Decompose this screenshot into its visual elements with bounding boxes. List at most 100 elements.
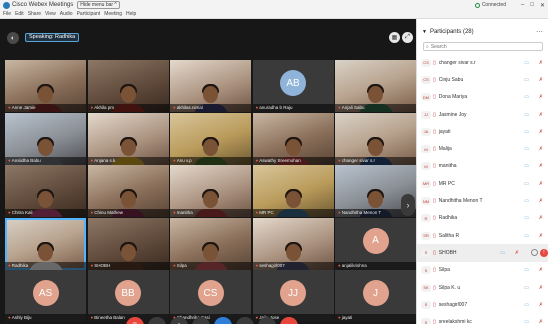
- share-icon[interactable]: ⇧: [170, 317, 188, 324]
- video-icon[interactable]: ▶: [148, 317, 166, 324]
- mic-muted-icon[interactable]: ✗: [539, 129, 543, 135]
- video-tile[interactable]: ●Radhika: [5, 217, 86, 270]
- hide-menu-bar-button[interactable]: Hide menu bar ^: [77, 1, 120, 9]
- end-call-icon[interactable]: ✕: [280, 317, 298, 324]
- video-tile[interactable]: ●Silpa: [170, 217, 251, 270]
- participant-row[interactable]: M ▯ Malija ▭ ✗: [417, 140, 548, 157]
- menu-view[interactable]: View: [45, 11, 56, 17]
- mic-muted-icon[interactable]: ✗: [539, 163, 543, 169]
- mic-muted-icon[interactable]: ✗: [539, 60, 543, 66]
- participant-row[interactable]: MR ▯ MR PC ▭ ✗: [417, 175, 548, 192]
- mic-muted-icon[interactable]: ✗: [539, 77, 543, 83]
- video-tile[interactable]: ●seshagirl007: [252, 217, 334, 270]
- video-tile[interactable]: AS ●Ashly Biju: [5, 270, 86, 322]
- participant-row[interactable]: S ▯ sreelakshmi kc ▭ ✗: [417, 313, 548, 324]
- more-icon[interactable]: ⋯: [258, 317, 276, 324]
- layout-toggle-icon[interactable]: ◐: [7, 32, 19, 44]
- video-tile[interactable]: ●manitha: [170, 165, 251, 217]
- mic-muted-icon[interactable]: ✗: [539, 285, 543, 291]
- video-icon[interactable]: ▭: [524, 302, 529, 308]
- participant-search[interactable]: ⌕: [423, 42, 543, 51]
- mic-muted-icon[interactable]: ✗: [539, 215, 543, 221]
- video-tile[interactable]: ●changer sivar s.r: [335, 112, 416, 165]
- menu-meeting[interactable]: Meeting: [104, 11, 122, 17]
- participant-row[interactable]: S ▯ seshagirl007 ▭ ✗: [417, 296, 548, 313]
- next-page-chevron-icon[interactable]: ›: [401, 194, 415, 216]
- video-tile[interactable]: ●Anjali Sabu: [335, 60, 416, 112]
- video-icon[interactable]: ▭: [500, 250, 505, 256]
- participants-icon[interactable]: ☺: [214, 317, 232, 324]
- video-icon[interactable]: ▭: [524, 233, 529, 239]
- mic-muted-icon[interactable]: ✗: [539, 181, 543, 187]
- menu-share[interactable]: Share: [28, 11, 41, 17]
- participant-row[interactable]: M ▯ manitha ▭ ✗: [417, 158, 548, 175]
- mic-muted-icon[interactable]: ✗: [539, 319, 543, 324]
- mic-muted-icon[interactable]: ✗: [515, 250, 519, 256]
- search-input[interactable]: [430, 43, 531, 50]
- video-tile[interactable]: A ●anjalikrishna: [335, 217, 416, 270]
- video-tile[interactable]: ●Ansiidha Babu: [5, 112, 86, 165]
- video-icon[interactable]: ▭: [524, 181, 529, 187]
- video-icon[interactable]: ▭: [524, 77, 529, 83]
- video-tile[interactable]: ●Anne Jamie: [5, 60, 86, 112]
- participant-row[interactable]: DM ▯ Dona Mariya ▭ ✗: [417, 89, 548, 106]
- video-icon[interactable]: ▭: [524, 129, 529, 135]
- collapse-chevron-icon[interactable]: ▼: [422, 29, 427, 35]
- mic-muted-icon[interactable]: ✗: [539, 94, 543, 100]
- menu-audio[interactable]: Audio: [60, 11, 73, 17]
- participant-row[interactable]: R ▯ Radhika ▭ ✗: [417, 210, 548, 227]
- video-tile[interactable]: ●SHOBH: [87, 217, 169, 270]
- mic-muted-icon[interactable]: ✗: [539, 233, 543, 239]
- video-icon[interactable]: ▭: [524, 267, 529, 273]
- close-button[interactable]: ✕: [540, 2, 545, 9]
- panel-more-icon[interactable]: ⋯: [536, 28, 543, 36]
- participant-row[interactable]: S ▯ SHOBH ▭ ✗!: [417, 244, 548, 262]
- mic-muted-icon[interactable]: ✗: [539, 267, 543, 273]
- chat-icon[interactable]: ✉: [236, 317, 254, 324]
- mic-muted-icon[interactable]: ✗: [539, 198, 543, 204]
- video-icon[interactable]: ▭: [524, 60, 529, 66]
- participant-row[interactable]: SR ▯ Salitha R ▭ ✗: [417, 227, 548, 244]
- participant-row[interactable]: SK ▯ Silpa K. u ▭ ✗: [417, 279, 548, 296]
- fullscreen-icon[interactable]: ⤢: [402, 32, 413, 43]
- video-icon[interactable]: ▭: [524, 285, 529, 291]
- video-tile[interactable]: ●Akhila pm: [87, 60, 169, 112]
- menu-edit[interactable]: Edit: [15, 11, 24, 17]
- mic-muted-icon[interactable]: 🎙: [126, 317, 144, 324]
- minimize-button[interactable]: –: [521, 2, 524, 9]
- video-icon[interactable]: ▭: [524, 112, 529, 118]
- menu-file[interactable]: File: [3, 11, 11, 17]
- video-icon[interactable]: ▭: [524, 146, 529, 152]
- video-tile[interactable]: ●Chinu Mathew: [87, 165, 169, 217]
- video-tile[interactable]: ●Anu v.p: [170, 112, 251, 165]
- record-icon[interactable]: ●: [192, 317, 210, 324]
- menu-participant[interactable]: Participant: [77, 11, 101, 17]
- video-tile[interactable]: J ●jayati: [335, 270, 416, 322]
- mic-muted-icon[interactable]: ✗: [539, 112, 543, 118]
- video-tile[interactable]: ●Anjana s.k: [87, 112, 169, 165]
- video-tile[interactable]: ●MR PC: [252, 165, 334, 217]
- video-icon[interactable]: ▭: [524, 163, 529, 169]
- grid-view-icon[interactable]: ▦: [389, 32, 400, 43]
- mic-muted-icon[interactable]: ✗: [539, 302, 543, 308]
- video-tile[interactable]: ●Chitra Kali: [5, 165, 86, 217]
- mic-muted-icon[interactable]: ✗: [539, 146, 543, 152]
- video-icon[interactable]: ▭: [524, 94, 529, 100]
- video-icon[interactable]: ▭: [524, 215, 529, 221]
- menu-help[interactable]: Help: [126, 11, 136, 17]
- participant-row[interactable]: NM ▯ Nandhitha Menon T ▭ ✗: [417, 192, 548, 209]
- participant-row[interactable]: CS ▯ changer sivar s.r ▭ ✗: [417, 54, 548, 71]
- participant-row[interactable]: JA ▯ jayati ▭ ✗: [417, 123, 548, 140]
- connection-status[interactable]: Connected: [474, 2, 506, 8]
- more-options-icon[interactable]: [531, 249, 538, 257]
- video-tile[interactable]: ●Aswathy Sreemohan: [252, 112, 334, 165]
- participant-row[interactable]: CS ▯ Cinju Sabu ▭ ✗: [417, 71, 548, 88]
- maximize-button[interactable]: □: [530, 2, 534, 9]
- participant-row[interactable]: JJ ▯ Jasmine Joy ▭ ✗: [417, 106, 548, 123]
- alert-badge-icon[interactable]: !: [540, 248, 548, 257]
- video-icon[interactable]: ▭: [524, 198, 529, 204]
- video-tile[interactable]: AB ●anuradha b Raju: [252, 60, 334, 112]
- participant-row[interactable]: S ▯ Silpa ▭ ✗: [417, 262, 548, 279]
- video-icon[interactable]: ▭: [524, 319, 529, 324]
- video-tile[interactable]: ●akhilas.nimal: [170, 60, 251, 112]
